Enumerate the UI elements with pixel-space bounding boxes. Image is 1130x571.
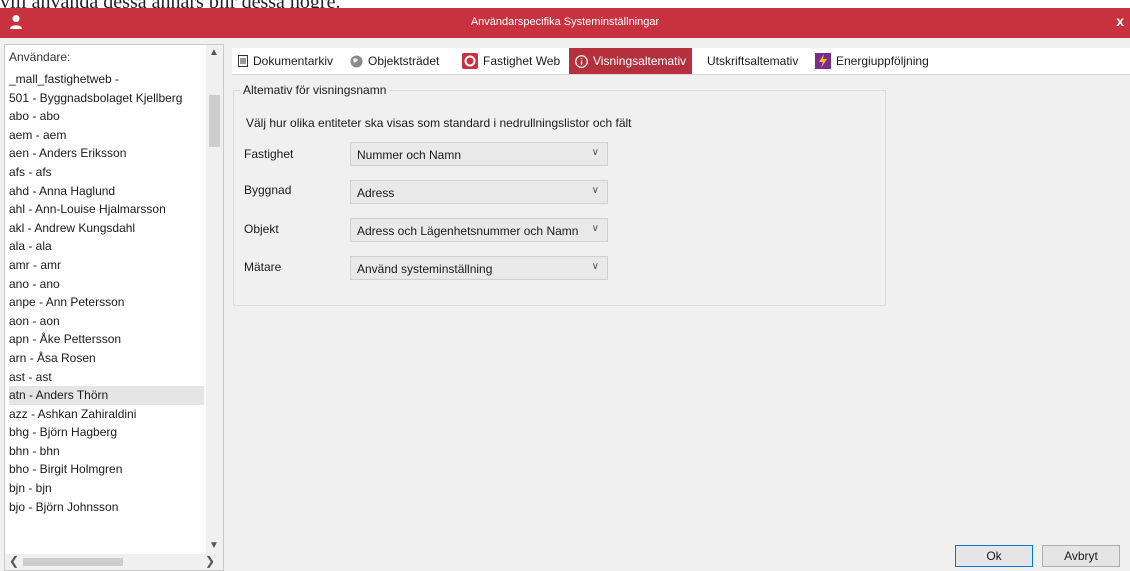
user-list-item[interactable]: ast - ast <box>9 368 204 387</box>
close-button[interactable]: x <box>1116 13 1124 29</box>
byggnad-label: Byggnad <box>244 183 292 197</box>
user-list-vertical-scrollbar[interactable]: ▲ ▼ <box>206 45 223 555</box>
energy-icon <box>815 53 831 69</box>
user-list-item[interactable]: 501 - Byggnadsbolaget Kjellberg <box>9 89 204 108</box>
byggnad-value: Adress <box>357 186 395 200</box>
fastighet-value: Nummer och Namn <box>357 148 462 162</box>
title-bar: Användarspecifika Systeminställningar x <box>0 8 1130 38</box>
tab-label: Energiuppföljning <box>836 54 929 68</box>
tab-label: Visningsaltemativ <box>593 54 687 68</box>
user-list-item[interactable]: bjo - Björn Johnsson <box>9 498 204 517</box>
group-title: Altemativ för visningsnamn <box>240 83 390 97</box>
tab-visningsalternativ[interactable]: Visningsaltemativ <box>569 48 693 74</box>
globe-icon <box>350 55 363 67</box>
window-title: Användarspecifika Systeminställningar <box>470 16 660 28</box>
scroll-right-icon[interactable]: ❯ <box>205 554 215 568</box>
user-list-item[interactable]: bjn - bjn <box>9 479 204 498</box>
chevron-down-icon: ∨ <box>591 223 599 234</box>
tab-fastighet-web[interactable]: Fastighet Web <box>456 48 566 74</box>
tab-utskriftsalternativ[interactable]: Utskriftsaltemativ <box>701 48 804 74</box>
user-list-item[interactable]: atn - Anders Thörn <box>9 386 204 405</box>
user-list-item[interactable]: abo - abo <box>9 107 204 126</box>
tab-label: Utskriftsaltemativ <box>707 54 799 68</box>
user-list-item[interactable]: afs - afs <box>9 163 204 182</box>
objekt-dropdown[interactable]: Adress och Lägenhetsnummer och Namn ∨ <box>350 218 608 242</box>
tab-dokumentarkiv[interactable]: Dokumentarkiv <box>232 48 339 74</box>
user-list-item[interactable]: ala - ala <box>9 237 204 256</box>
user-list-item[interactable]: bhn - bhn <box>9 442 204 461</box>
fastighet-dropdown[interactable]: Nummer och Namn ∨ <box>350 142 608 166</box>
user-list-item[interactable]: ahd - Anna Haglund <box>9 182 204 201</box>
user-list-item[interactable]: amr - amr <box>9 256 204 275</box>
user-list-item[interactable]: anpe - Ann Petersson <box>9 293 204 312</box>
settings-dialog: Användarspecifika Systeminställningar x … <box>0 8 1130 571</box>
fastighet-web-icon <box>462 53 478 69</box>
user-list-item[interactable]: apn - Åke Pettersson <box>9 330 204 349</box>
chevron-down-icon: ∨ <box>591 147 599 158</box>
user-list-item[interactable]: akl - Andrew Kungsdahl <box>9 219 204 238</box>
user-list-item[interactable]: aon - aon <box>9 312 204 331</box>
tab-objektstradet[interactable]: Objektsträdet <box>344 48 445 74</box>
scroll-left-icon[interactable]: ❮ <box>9 554 19 568</box>
matare-dropdown[interactable]: Använd systeminställning ∨ <box>350 256 608 280</box>
tab-label: Objektsträdet <box>368 54 440 68</box>
ok-button[interactable]: Ok <box>955 545 1033 567</box>
tab-label: Fastighet Web <box>483 54 561 68</box>
document-icon <box>238 55 248 67</box>
tab-label: Dokumentarkiv <box>253 54 334 68</box>
user-list-item[interactable]: bhg - Björn Hagberg <box>9 423 204 442</box>
matare-value: Använd systeminställning <box>357 262 493 276</box>
byggnad-dropdown[interactable]: Adress ∨ <box>350 180 608 204</box>
user-list-panel: Användare: _mall_fastighetweb -501 - Byg… <box>4 44 224 571</box>
vertical-scroll-thumb[interactable] <box>209 95 220 147</box>
user-list-item[interactable]: azz - Ashkan Zahiraldini <box>9 405 204 424</box>
tab-energiuppfoljning[interactable]: Energiuppföljning <box>809 48 935 74</box>
user-list-item[interactable]: ano - ano <box>9 275 204 294</box>
objekt-label: Objekt <box>244 222 279 236</box>
info-icon <box>575 54 588 68</box>
user-list-item[interactable]: bho - Birgit Holmgren <box>9 460 204 479</box>
matare-label: Mätare <box>244 260 282 274</box>
user-list-item[interactable]: ahl - Ann-Louise Hjalmarsson <box>9 200 204 219</box>
cancel-button[interactable]: Avbryt <box>1042 545 1120 567</box>
tab-bar: Dokumentarkiv Objektsträdet Fastighet We… <box>232 48 1130 75</box>
scroll-up-icon[interactable]: ▲ <box>209 47 219 58</box>
chevron-down-icon: ∨ <box>591 261 599 272</box>
horizontal-scroll-thumb[interactable] <box>23 558 123 566</box>
user-list: _mall_fastighetweb -501 - Byggnadsbolage… <box>9 70 204 516</box>
user-list-item[interactable]: aen - Anders Eriksson <box>9 144 204 163</box>
user-list-item[interactable]: _mall_fastighetweb - <box>9 70 204 89</box>
objekt-value: Adress och Lägenhetsnummer och Namn <box>357 224 579 238</box>
user-list-item[interactable]: aem - aem <box>9 126 204 145</box>
scroll-down-icon[interactable]: ▼ <box>209 540 219 551</box>
user-list-header: Användare: <box>9 50 71 64</box>
user-list-item[interactable]: arn - Åsa Rosen <box>9 349 204 368</box>
chevron-down-icon: ∨ <box>591 185 599 196</box>
options-description: Välj hur olika entiteter ska visas som s… <box>246 116 632 130</box>
user-list-horizontal-scrollbar[interactable]: ❮ ❯ <box>5 554 223 570</box>
fastighet-label: Fastighet <box>244 147 294 161</box>
